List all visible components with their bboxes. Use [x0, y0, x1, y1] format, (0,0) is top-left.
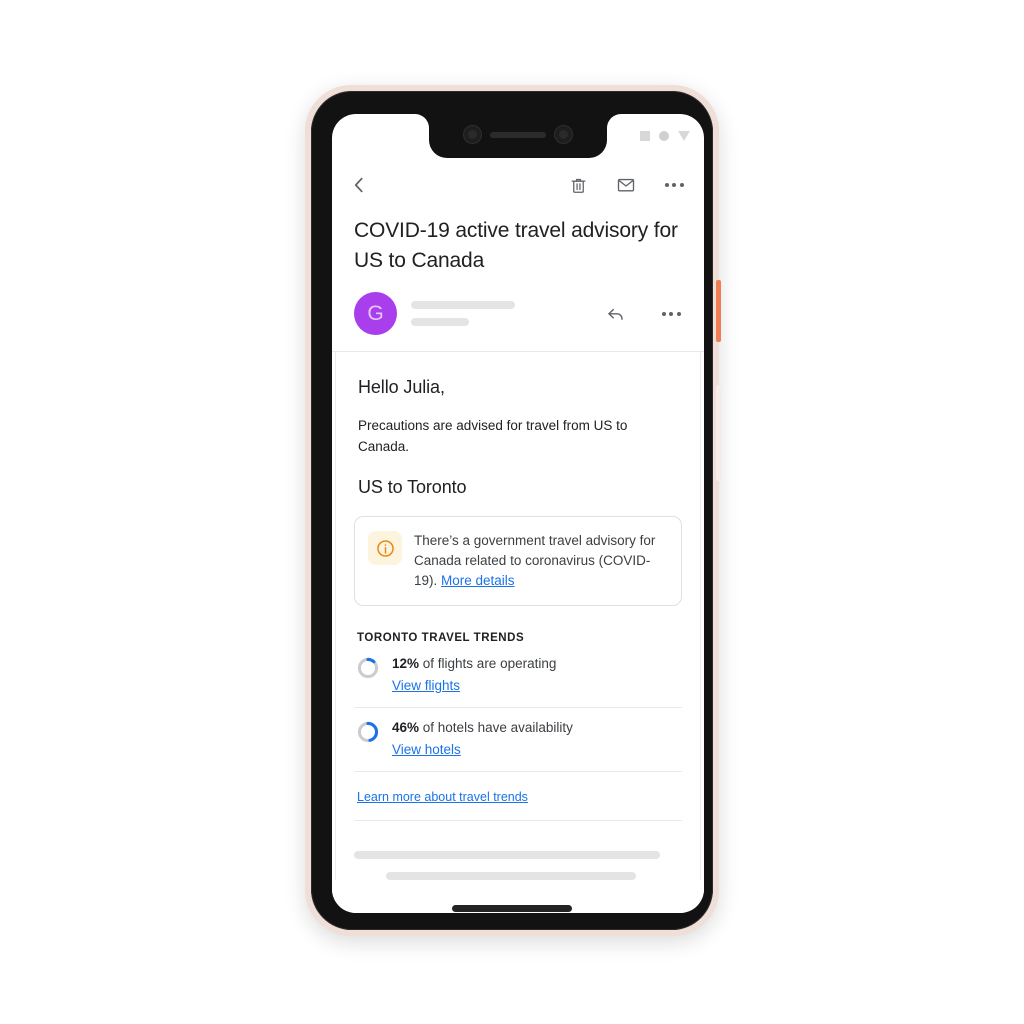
view-flights-link[interactable]: View flights: [392, 678, 460, 693]
front-camera-icon: [463, 125, 482, 144]
display-notch: [429, 114, 607, 158]
circle-placeholder-icon: [659, 131, 669, 141]
phone-device: COVID-19 active travel advisory for US t…: [305, 85, 721, 936]
phone-screen: COVID-19 active travel advisory for US t…: [332, 114, 704, 913]
hotels-donut-chart: [357, 721, 379, 748]
info-circle-icon: [368, 531, 402, 565]
sender-placeholder-lines: [411, 301, 586, 326]
email-body-card: Hello Julia, Precautions are advised for…: [335, 352, 701, 880]
triangle-placeholder-icon: [678, 131, 690, 141]
trend-label: 12% of flights are operating: [392, 656, 556, 671]
email-subject: COVID-19 active travel advisory for US t…: [354, 219, 678, 272]
email-app: COVID-19 active travel advisory for US t…: [332, 158, 704, 913]
trend-label: 46% of hotels have availability: [392, 720, 573, 735]
avatar: G: [354, 292, 397, 335]
earpiece-speaker: [490, 132, 546, 138]
toolbar-overflow-button[interactable]: [657, 168, 691, 202]
advisory-text: There’s a government travel advisory for…: [414, 531, 667, 591]
back-button[interactable]: [342, 168, 376, 202]
sender-row: G: [332, 276, 704, 352]
more-details-link[interactable]: More details: [441, 573, 515, 588]
more-options-icon: [661, 311, 681, 316]
trend-row: 46% of hotels have availability View hot…: [354, 708, 682, 772]
trend-percent: 46%: [392, 720, 420, 735]
flights-donut-chart: [357, 657, 379, 684]
sender-name-placeholder: [411, 301, 515, 309]
learn-more-travel-trends-link[interactable]: Learn more about travel trends: [357, 790, 528, 804]
sender-meta-placeholder: [411, 318, 469, 326]
trend-body: 12% of flights are operating View flight…: [392, 655, 556, 693]
more-options-icon: [664, 183, 684, 187]
route-heading: US to Toronto: [358, 477, 467, 497]
front-camera-secondary-icon: [554, 125, 573, 144]
greeting-text: Hello Julia,: [358, 377, 445, 397]
notch-corner-right: [607, 114, 621, 128]
trend-body: 46% of hotels have availability View hot…: [392, 719, 573, 757]
travel-trends-title: TORONTO TRAVEL TRENDS: [357, 632, 525, 644]
square-placeholder-icon: [640, 131, 650, 141]
advisory-card: There’s a government travel advisory for…: [354, 516, 682, 606]
body-paragraph: Precautions are advised for travel from …: [358, 418, 628, 454]
screenshot-stage: COVID-19 active travel advisory for US t…: [0, 0, 1024, 1024]
message-overflow-button[interactable]: [656, 299, 686, 329]
trend-description: of flights are operating: [419, 656, 557, 671]
footer-placeholder: [336, 821, 700, 880]
email-toolbar: [332, 158, 704, 212]
delete-button[interactable]: [561, 168, 595, 202]
view-hotels-link[interactable]: View hotels: [392, 742, 461, 757]
footer-placeholder-line: [354, 851, 660, 859]
phone-bezel: COVID-19 active travel advisory for US t…: [311, 91, 713, 930]
volume-button[interactable]: [716, 385, 721, 481]
trend-row: 12% of flights are operating View flight…: [354, 644, 682, 708]
power-button[interactable]: [716, 280, 721, 342]
bottom-speaker-grille: [452, 905, 572, 912]
reply-button[interactable]: [600, 299, 630, 329]
footer-placeholder-line: [386, 872, 636, 880]
learn-more-row: Learn more about travel trends: [354, 772, 682, 821]
trend-description: of hotels have availability: [419, 720, 573, 735]
travel-trends-section: TORONTO TRAVEL TRENDS 12% of flights are…: [354, 632, 682, 821]
trend-percent: 12%: [392, 656, 420, 671]
notch-corner-left: [415, 114, 429, 128]
mark-unread-button[interactable]: [609, 168, 643, 202]
